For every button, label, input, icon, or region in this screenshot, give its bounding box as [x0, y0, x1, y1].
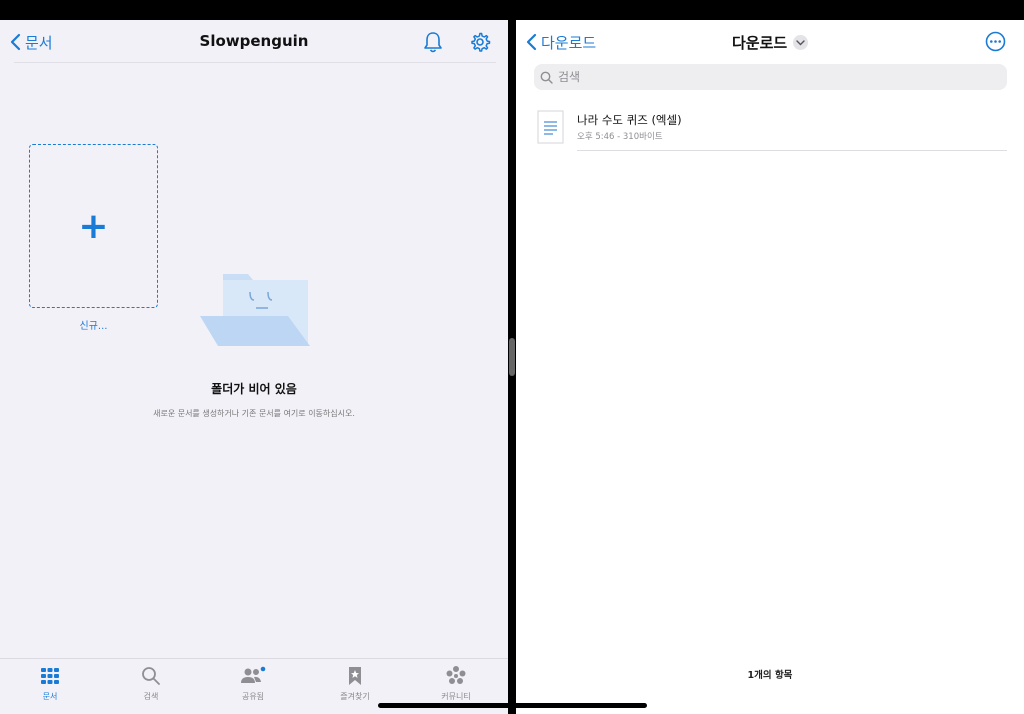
- tab-favorites[interactable]: 즐겨찾기: [315, 665, 395, 702]
- tab-label: 공유됨: [241, 692, 265, 701]
- plus-icon: +: [78, 206, 109, 247]
- home-indicator[interactable]: [378, 703, 647, 708]
- tab-label: 커뮤니티: [441, 692, 471, 701]
- search-icon: [540, 71, 553, 84]
- tab-label: 문서: [42, 692, 58, 701]
- notifications-button[interactable]: [422, 30, 444, 54]
- gear-icon: [471, 32, 491, 52]
- search-icon: [142, 667, 160, 685]
- bell-icon: [424, 32, 442, 53]
- folder-title-menu[interactable]: 다운로드: [732, 32, 809, 53]
- search-input[interactable]: [558, 70, 978, 84]
- settings-button[interactable]: [469, 30, 491, 54]
- empty-state-title: 폴더가 비어 있음: [211, 382, 297, 396]
- tab-shared[interactable]: 공유됨: [213, 665, 293, 702]
- community-icon: [446, 666, 466, 684]
- ellipsis-circle-icon: [985, 31, 1006, 52]
- downloads-pane: 다운로드 다운로드 나라 수도 퀴즈 (엑셀) 오후 5:46 - 310바이트…: [516, 20, 1024, 714]
- new-document-button[interactable]: +: [29, 144, 158, 308]
- tab-documents[interactable]: 문서: [10, 665, 90, 702]
- chevron-down-icon: [793, 35, 809, 50]
- status-bar: [0, 0, 1024, 20]
- divider: [14, 62, 496, 63]
- file-name: 나라 수도 퀴즈 (엑셀): [577, 113, 682, 127]
- more-options-button[interactable]: [985, 31, 1006, 52]
- tab-search[interactable]: 검색: [111, 665, 191, 702]
- people-icon: [241, 666, 266, 683]
- documents-pane: 문서 Slowpenguin + 신규... 폴더가 비어 있음 새로운 문서를…: [0, 20, 508, 714]
- search-field[interactable]: [534, 64, 1007, 90]
- document-icon: [537, 110, 564, 144]
- page-title: 다운로드: [732, 34, 788, 52]
- tab-community[interactable]: 커뮤니티: [416, 665, 496, 702]
- bookmark-star-icon: [349, 667, 361, 685]
- new-document-label: 신규...: [79, 321, 108, 332]
- list-item[interactable]: 나라 수도 퀴즈 (엑셀) 오후 5:46 - 310바이트: [534, 106, 1007, 151]
- tab-label: 즐겨찾기: [340, 692, 370, 701]
- split-view-handle[interactable]: [509, 338, 515, 376]
- chevron-left-icon: [526, 33, 537, 51]
- empty-state-description: 새로운 문서를 생성하거나 기존 문서를 여기로 이동하십시오.: [153, 409, 355, 418]
- file-meta: 오후 5:46 - 310바이트: [577, 132, 663, 142]
- left-nav-bar: 문서 Slowpenguin: [0, 20, 508, 64]
- back-button[interactable]: 다운로드: [526, 30, 596, 54]
- tab-label: 검색: [143, 692, 159, 701]
- back-label: 다운로드: [541, 33, 597, 52]
- divider: [577, 150, 1007, 151]
- grid-icon: [41, 668, 59, 684]
- empty-folder-illustration: [200, 274, 310, 346]
- item-count: 1개의 항목: [747, 670, 793, 681]
